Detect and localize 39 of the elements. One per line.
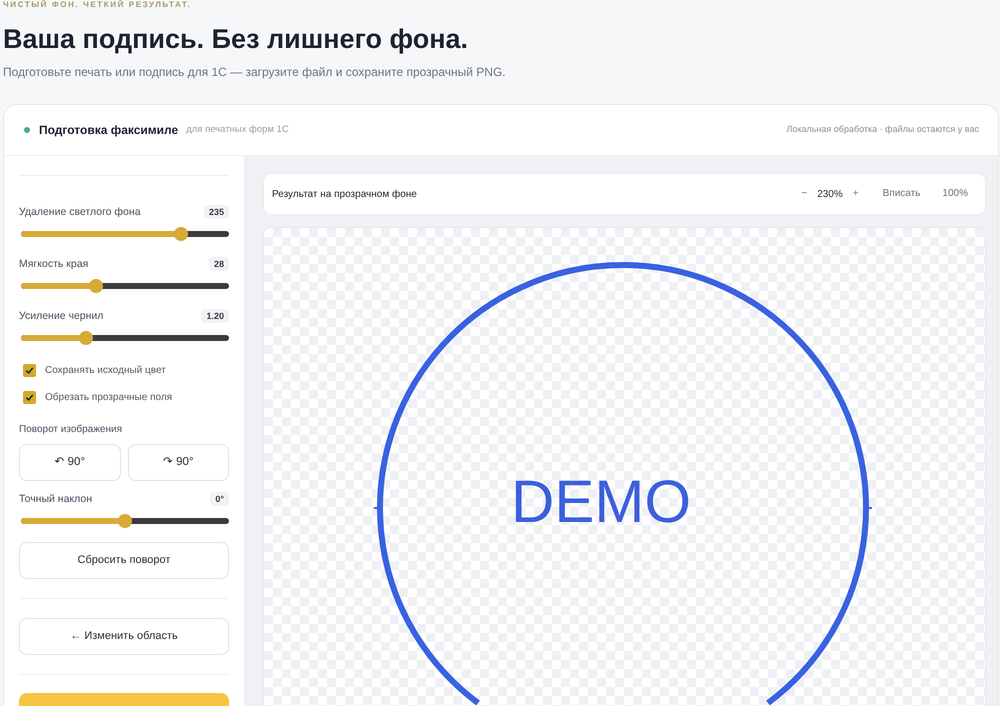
slider-thumb[interactable]	[174, 227, 188, 241]
privacy-note: Локальная обработка · файлы остаются у вас	[786, 123, 979, 136]
slider-track[interactable]	[21, 331, 229, 345]
checkbox-label: Сохранять исходный цвет	[45, 364, 166, 378]
status-dot-icon	[24, 127, 30, 133]
panel-title: Подготовка факсимиле	[39, 122, 178, 139]
slider-track[interactable]	[21, 227, 229, 241]
zoom-level: 230%	[816, 188, 844, 202]
checkbox-label: Обрезать прозрачные поля	[45, 390, 172, 404]
slider-track[interactable]	[21, 514, 229, 528]
slider-value: 0°	[210, 492, 229, 506]
slider-label: Усиление чернил	[19, 309, 104, 323]
page-title: Ваша подпись. Без лишнего фона.	[3, 23, 468, 56]
slider-value: 1.20	[201, 309, 229, 323]
slider-label: Точный наклон	[19, 492, 92, 506]
slider-track[interactable]	[21, 279, 229, 293]
slider-label: Мягкость края	[19, 257, 88, 271]
rotate-button[interactable]: ↷ 90°	[128, 444, 229, 481]
fit-button[interactable]: Вписать	[878, 187, 926, 201]
checkbox[interactable]	[23, 364, 36, 376]
rotate-button[interactable]: ↶ 90°	[19, 444, 120, 481]
actual-size-button[interactable]: 100%	[937, 187, 973, 201]
panel-button[interactable]: Сбросить поворот	[19, 542, 229, 579]
panel-subtitle: для печатных форм 1С	[186, 122, 289, 137]
zoom-in-button[interactable]: +	[848, 187, 864, 201]
slider-label: Удаление светлого фона	[19, 205, 141, 219]
slider-thumb[interactable]	[79, 331, 94, 345]
slider-value: 28	[208, 257, 229, 271]
checkbox[interactable]	[23, 390, 36, 404]
eyebrow-text: ЧИСТЫЙ ФОН. ЧЕТКИЙ РЕЗУЛЬТАТ.	[3, 0, 192, 9]
slider-thumb[interactable]	[118, 514, 132, 528]
slider-thumb[interactable]	[88, 279, 103, 293]
section-label: Поворот изображения	[19, 423, 124, 437]
slider-value: 235	[204, 205, 229, 219]
preview-title: Результат на прозрачном фоне	[272, 188, 417, 202]
zoom-out-button[interactable]: −	[796, 187, 812, 201]
panel-button[interactable]: ← Изменить область	[19, 618, 229, 655]
stamp-text: DEMO	[511, 468, 691, 535]
page-subtitle: Подготовьте печать или подпись для 1С — загрузите файл и сохраните прозрачный PNG.	[3, 64, 506, 80]
